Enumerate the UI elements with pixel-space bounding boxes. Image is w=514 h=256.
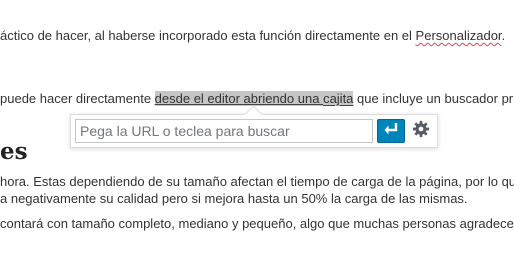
line-1-end: . [501,28,506,43]
paragraph-line-5: contará con tamaño completo, mediano y p… [0,216,514,231]
selected-misspelled-word: cajita [323,91,354,106]
link-settings-button[interactable] [409,120,433,142]
misspelled-word: Personalizador [415,28,502,43]
paragraph-line-4: a negativamente su calidad pero si mejor… [0,191,468,206]
paragraph-line-3: hora. Estas dependiendo de su tamaño afe… [0,174,514,189]
enter-arrow-icon [383,122,399,141]
paragraph-line-2: puede hacer directamente desde el editor… [0,91,513,107]
apply-link-button[interactable] [377,119,405,143]
selected-text: desde el editor abriendo una [154,91,324,106]
section-heading: es [0,138,28,165]
link-url-input[interactable] [75,119,373,143]
link-insert-popover [70,105,438,148]
paragraph-line-1: áctico de hacer, al haberse incorporado … [0,28,505,44]
line-1-text: áctico de hacer, al haberse incorporado … [0,28,416,43]
line-2-text: puede hacer directamente [0,91,155,106]
gear-icon [412,120,430,143]
line-2-end: que incluye un buscador pr [353,91,514,106]
